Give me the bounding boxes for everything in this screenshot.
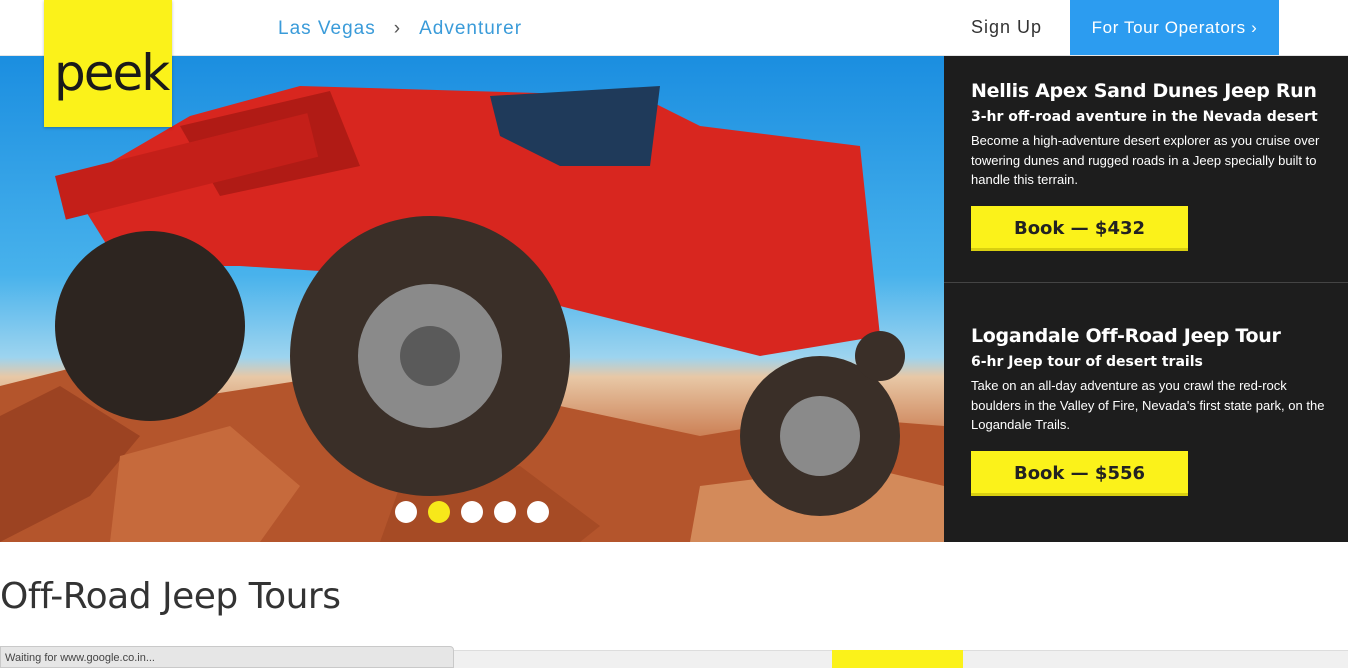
peek-logo[interactable]: peek	[44, 0, 172, 127]
logo-text: peek	[54, 44, 170, 102]
carousel-dots	[395, 501, 549, 523]
book-button[interactable]: Book — $556	[971, 450, 1188, 496]
tour-subtitle: 3-hr off-road aventure in the Nevada des…	[971, 109, 1318, 125]
breadcrumb-adventurer[interactable]: Adventurer	[419, 18, 522, 40]
sign-up-link[interactable]: Sign Up	[971, 17, 1042, 38]
book-button[interactable]: Book — $432	[971, 205, 1188, 251]
carousel-dot-3[interactable]	[461, 501, 483, 523]
tour-description: Become a high-adventure desert explorer …	[971, 133, 1320, 187]
tour-subtitle: 6-hr Jeep tour of desert trails	[971, 354, 1203, 370]
yellow-strip	[832, 650, 963, 668]
jeep-photo	[0, 86, 944, 542]
carousel-dot-1[interactable]	[395, 501, 417, 523]
tour-title[interactable]: Logandale Off-Road Jeep Tour	[971, 325, 1348, 347]
hero-carousel[interactable]	[0, 56, 944, 542]
tour-description: Take on an all-day adventure as you craw…	[971, 378, 1325, 432]
tour-operators-button[interactable]: For Tour Operators ›	[1070, 0, 1279, 55]
carousel-dot-5[interactable]	[527, 501, 549, 523]
tour-panel: Nellis Apex Sand Dunes Jeep Run 3-hr off…	[944, 56, 1348, 542]
tour-card: Nellis Apex Sand Dunes Jeep Run 3-hr off…	[944, 80, 1348, 282]
carousel-dot-2-active[interactable]	[428, 501, 450, 523]
breadcrumb-separator: ›	[393, 18, 402, 39]
carousel-dot-4[interactable]	[494, 501, 516, 523]
breadcrumb: Las Vegas › Adventurer	[278, 18, 522, 40]
breadcrumb-las-vegas[interactable]: Las Vegas	[278, 18, 376, 40]
browser-status-bar: Waiting for www.google.co.in...	[0, 646, 454, 668]
tour-title[interactable]: Nellis Apex Sand Dunes Jeep Run	[971, 80, 1348, 102]
tour-card: Logandale Off-Road Jeep Tour 6-hr Jeep t…	[944, 282, 1348, 542]
section-title: Off-Road Jeep Tours	[0, 576, 341, 617]
site-header: Las Vegas › Adventurer Sign Up For Tour …	[0, 0, 1348, 56]
